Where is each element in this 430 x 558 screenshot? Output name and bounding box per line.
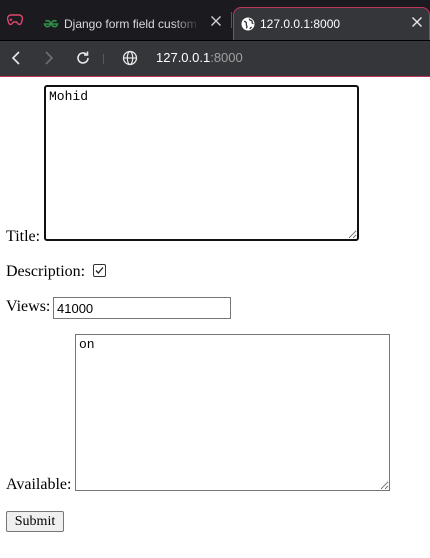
description-checkbox[interactable] — [93, 264, 106, 277]
back-arrow-icon[interactable] — [9, 50, 23, 66]
address-host: 127.0.0.1 — [156, 50, 211, 65]
submit-button[interactable]: Submit — [6, 511, 64, 532]
gamepad-icon — [7, 14, 23, 26]
browser-toolbar: 127.0.0.1:8000 — [0, 41, 430, 77]
available-textarea[interactable]: on — [75, 334, 390, 491]
close-icon[interactable] — [210, 15, 222, 27]
toolbar-divider — [103, 54, 104, 64]
site-info-globe-icon[interactable] — [122, 50, 138, 66]
available-label: Available: — [6, 476, 72, 493]
geeksforgeeks-icon — [43, 19, 59, 27]
close-icon[interactable] — [411, 16, 423, 28]
checkmark-icon — [95, 267, 104, 274]
views-input[interactable] — [53, 297, 231, 319]
tab-title: Django form field custom widgets - Geeks… — [64, 16, 200, 31]
views-label: Views: — [6, 298, 51, 315]
title-label: Title: — [6, 228, 41, 245]
tab-strip: Django form field custom widgets - Geeks… — [0, 0, 430, 41]
tab-title: 127.0.0.1:8000 — [260, 17, 341, 31]
title-textarea[interactable]: Mohid — [44, 85, 359, 241]
description-label: Description: — [6, 263, 86, 280]
reload-icon[interactable] — [75, 50, 91, 66]
address-port: :8000 — [210, 50, 243, 65]
tab-group-button[interactable] — [0, 0, 30, 40]
forward-arrow-icon[interactable] — [42, 50, 56, 66]
tab-divider — [231, 12, 232, 28]
address-bar[interactable]: 127.0.0.1:8000 — [156, 50, 243, 65]
tab-geeksforgeeks[interactable]: Django form field custom widgets - Geeks… — [31, 7, 231, 40]
globe-icon — [241, 17, 255, 31]
tab-localhost[interactable]: 127.0.0.1:8000 — [233, 7, 430, 40]
